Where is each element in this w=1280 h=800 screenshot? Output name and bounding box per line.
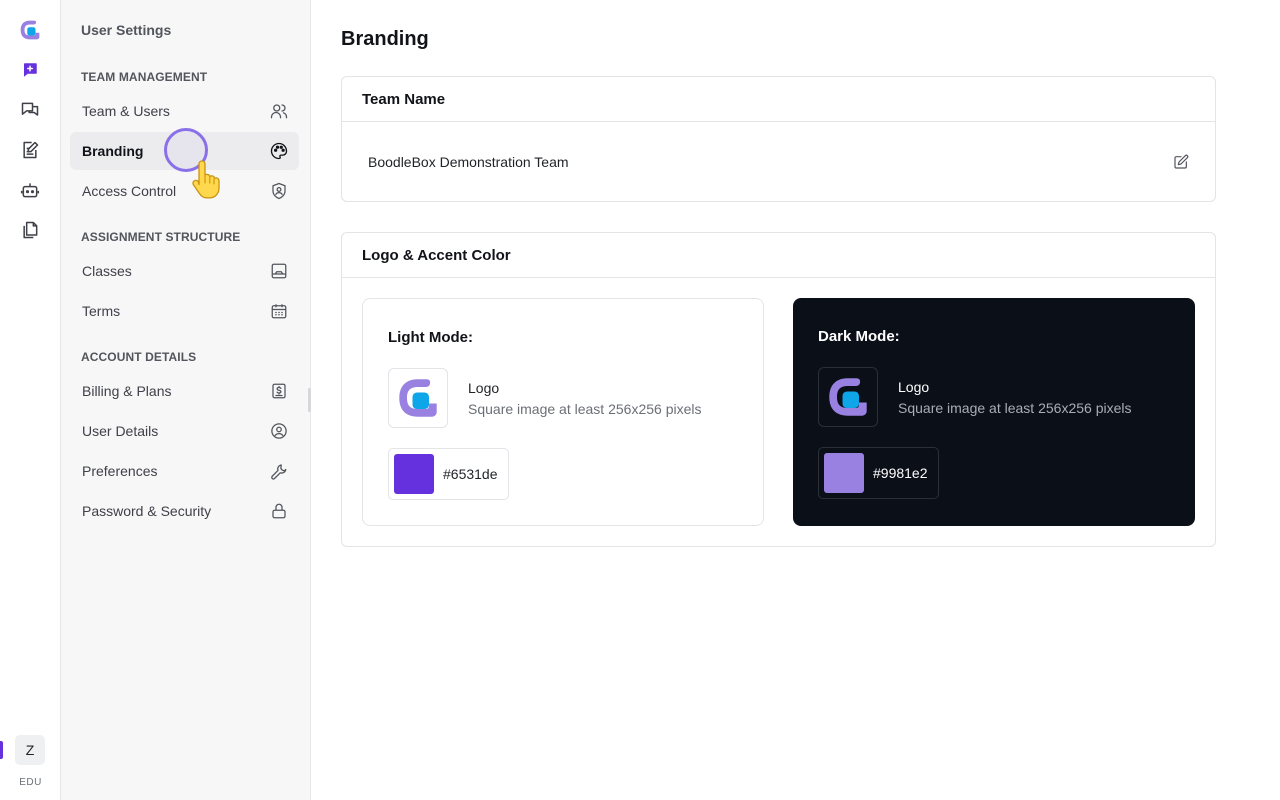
logo-accent-card: Logo & Accent Color Light Mode: Logo Squ…	[341, 232, 1216, 547]
app-logo-icon	[829, 378, 867, 416]
files-icon[interactable]	[15, 215, 45, 245]
app-logo-icon	[399, 379, 437, 417]
hand-cursor-icon	[192, 160, 220, 199]
sidebar-item-label: Terms	[82, 303, 121, 319]
card-header: Logo & Accent Color	[342, 233, 1215, 278]
app-logo-icon[interactable]	[15, 15, 45, 45]
shield-user-icon	[270, 182, 288, 200]
accent-hex-value: #9981e2	[873, 465, 928, 481]
dark-logo-upload[interactable]	[818, 367, 878, 427]
card-header: Team Name	[342, 77, 1215, 122]
light-logo-upload[interactable]	[388, 368, 448, 428]
section-label-account-details: ACCOUNT DETAILS	[81, 350, 197, 364]
edit-icon[interactable]	[1171, 152, 1191, 172]
avatar[interactable]: Z	[15, 735, 45, 765]
chats-icon[interactable]	[15, 95, 45, 125]
lock-icon	[270, 502, 288, 520]
sidebar-item-label: Password & Security	[82, 503, 212, 519]
sidebar-item-user-details[interactable]: User Details	[70, 412, 299, 450]
light-mode-panel: Light Mode: Logo Square image at least 2…	[362, 298, 764, 526]
wrench-icon	[270, 462, 288, 480]
user-circle-icon	[270, 422, 288, 440]
sidebar-item-label: Classes	[82, 263, 132, 279]
team-name-row: BoodleBox Demonstration Team	[342, 122, 1215, 201]
sidebar-item-label: Branding	[82, 143, 144, 159]
dollar-receipt-icon	[270, 382, 288, 400]
sidebar-item-label: Team & Users	[82, 103, 170, 119]
team-name-card: Team Name BoodleBox Demonstration Team	[341, 76, 1216, 202]
sidebar-item-classes[interactable]: Classes	[70, 252, 299, 290]
notes-icon[interactable]	[15, 135, 45, 165]
sidebar-item-label: User Details	[82, 423, 159, 439]
palette-icon	[270, 142, 288, 160]
light-mode-title: Light Mode:	[388, 329, 473, 346]
main-content: Branding Team Name BoodleBox Demonstrati…	[311, 0, 1280, 800]
sidebar-title: User Settings	[81, 22, 172, 38]
color-swatch	[394, 454, 434, 494]
sidebar-item-billing-plans[interactable]: Billing & Plans	[70, 372, 299, 410]
sidebar-item-label: Billing & Plans	[82, 383, 172, 399]
presentation-icon	[270, 262, 288, 280]
plan-badge: EDU	[19, 777, 42, 788]
sidebar-item-label: Preferences	[82, 463, 158, 479]
bot-icon[interactable]	[15, 175, 45, 205]
section-label-assignment-structure: ASSIGNMENT STRUCTURE	[81, 230, 241, 244]
calendar-icon	[270, 302, 288, 320]
users-icon	[270, 102, 288, 120]
sidebar-item-access-control[interactable]: Access Control	[70, 172, 299, 210]
light-accent-color-picker[interactable]: #6531de	[388, 448, 509, 500]
dark-logo-hint: Square image at least 256x256 pixels	[898, 400, 1132, 416]
page-title: Branding	[341, 28, 429, 50]
sidebar-item-team-users[interactable]: Team & Users	[70, 92, 299, 130]
dark-logo-label: Logo	[898, 379, 930, 395]
accent-hex-value: #6531de	[443, 466, 498, 482]
icon-rail: Z EDU	[0, 0, 61, 800]
dark-mode-panel: Dark Mode: Logo Square image at least 25…	[793, 298, 1195, 526]
sidebar-item-label: Access Control	[82, 183, 177, 199]
sidebar-item-preferences[interactable]: Preferences	[70, 452, 299, 490]
dark-mode-title: Dark Mode:	[818, 328, 900, 345]
color-swatch	[824, 453, 864, 493]
sidebar-item-password-security[interactable]: Password & Security	[70, 492, 299, 530]
light-logo-hint: Square image at least 256x256 pixels	[468, 401, 702, 417]
settings-sidebar: User Settings TEAM MANAGEMENT Team & Use…	[61, 0, 311, 800]
new-chat-icon[interactable]	[15, 55, 45, 85]
dark-accent-color-picker[interactable]: #9981e2	[818, 447, 939, 499]
sidebar-item-terms[interactable]: Terms	[70, 292, 299, 330]
section-label-team-management: TEAM MANAGEMENT	[81, 70, 208, 84]
team-name-value: BoodleBox Demonstration Team	[368, 153, 569, 170]
light-logo-label: Logo	[468, 380, 500, 396]
active-indicator	[0, 741, 3, 759]
